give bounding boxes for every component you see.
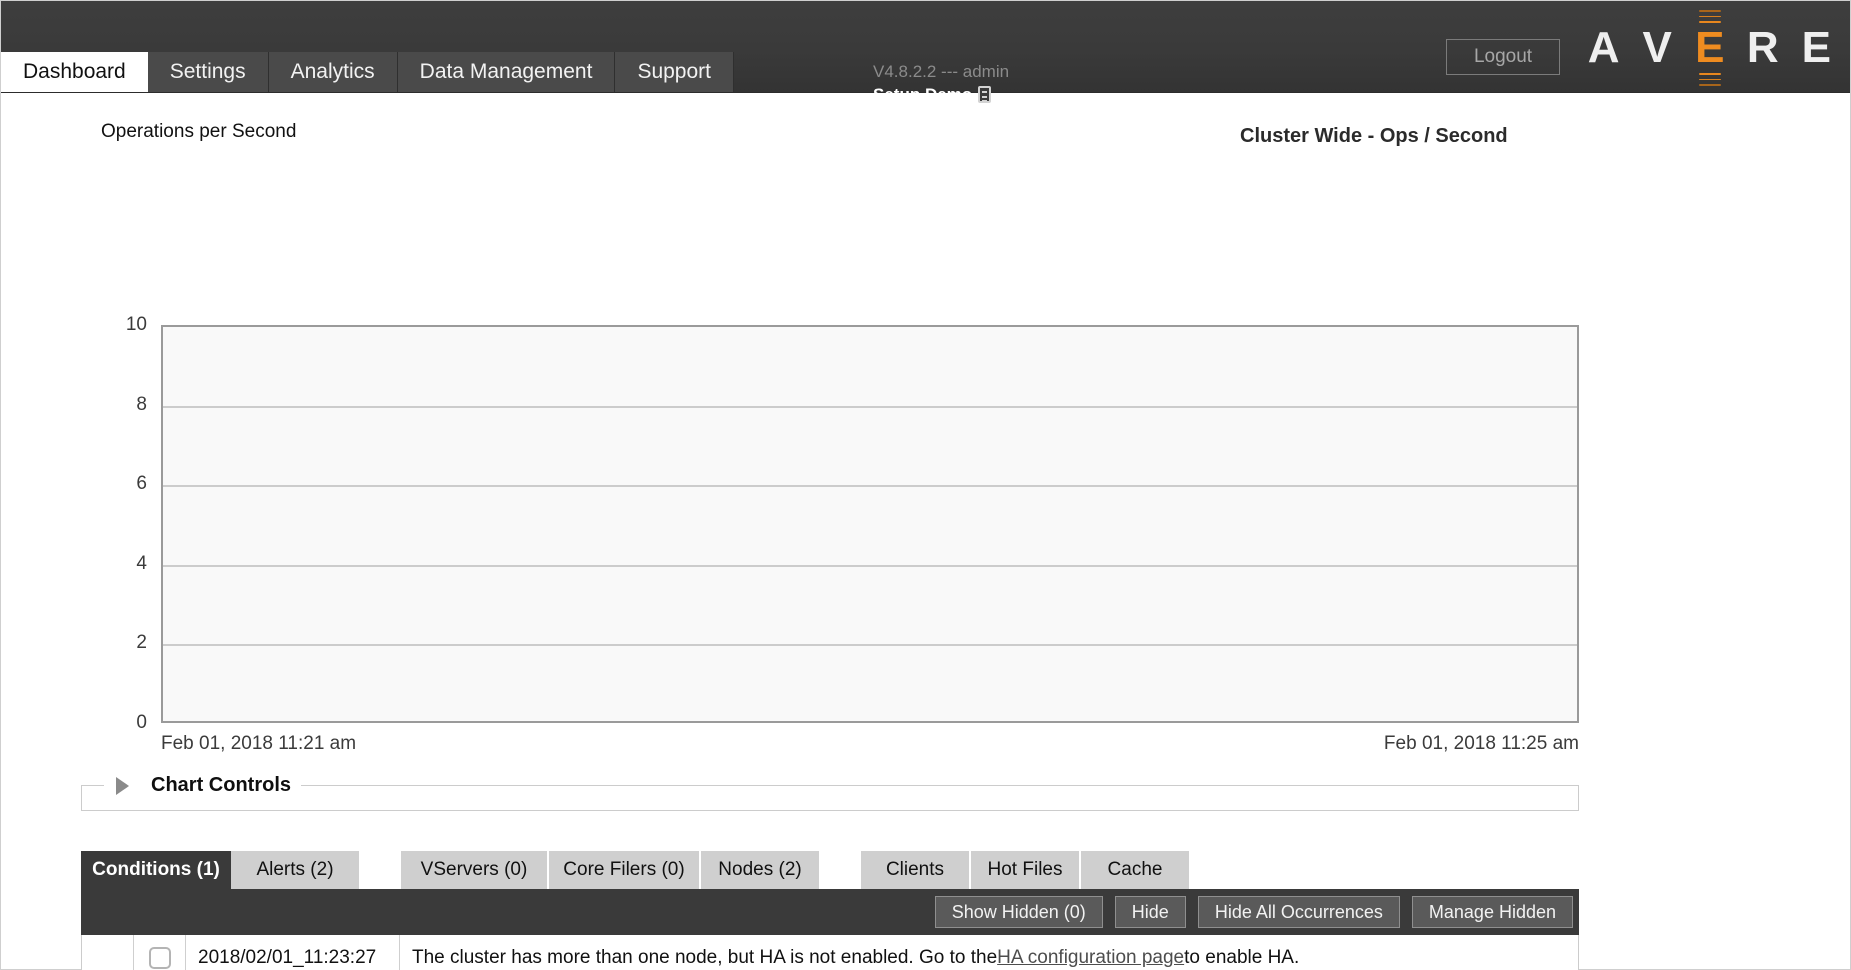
panel-tab-clients[interactable]: Clients [861,851,971,889]
row-spacer-cell [82,935,134,970]
chart-controls-rule-right [301,785,1578,786]
chart-gridline [163,644,1577,646]
panel-tab-alerts-2[interactable]: Alerts (2) [231,851,361,889]
row-checkbox-cell [134,935,186,970]
status-panel-toolbar: Show Hidden (0) Hide Hide All Occurrence… [81,889,1579,935]
chart-header: Operations per Second Cluster Wide - Ops… [1,93,1850,155]
logo-bar-bottom-2 [1699,84,1721,86]
y-tick-label: 0 [136,712,147,734]
table-row[interactable]: 2018/02/01_11:23:27 The cluster has more … [82,935,1578,970]
logo-letter-v: V [1643,26,1673,70]
status-panel-tabs: Conditions (1)Alerts (2) VServers (0)Core… [81,851,1579,889]
row-checkbox[interactable] [149,947,171,969]
row-message-suffix: to enable HA. [1184,947,1299,969]
panel-tab-conditions-1[interactable]: Conditions (1) [81,851,231,889]
chart-x-axis: Feb 01, 2018 11:21 am Feb 01, 2018 11:25… [161,733,1579,755]
y-tick-label: 4 [136,553,147,575]
logo-letter-e-accent: E [1695,8,1725,88]
chart-controls-rule-left [82,785,104,786]
x-axis-start-label: Feb 01, 2018 11:21 am [161,733,356,755]
nav-tab-dashboard[interactable]: Dashboard [1,52,148,92]
logo-letter-e: E [1802,26,1832,70]
row-message: The cluster has more than one node, but … [400,935,1578,970]
nav-tab-analytics[interactable]: Analytics [269,52,398,92]
version-text: V4.8.2.2 --- admin [873,61,1009,82]
status-panel: Conditions (1)Alerts (2) VServers (0)Core… [81,851,1579,970]
logo-letter-a: A [1588,26,1621,70]
nav-tab-settings[interactable]: Settings [148,52,269,92]
chart-plot-area[interactable] [161,325,1579,723]
manage-hidden-button[interactable]: Manage Hidden [1412,896,1573,928]
chart-controls-section: Chart Controls [81,785,1579,811]
logo-letter-r: R [1747,26,1780,70]
chart-y-axis: 1086420 [97,325,147,723]
logout-button[interactable]: Logout [1446,39,1560,75]
chevron-right-icon[interactable] [116,777,129,795]
y-tick-label: 2 [136,632,147,654]
avere-logo: A V E R E [1588,9,1832,87]
chart-title: Cluster Wide - Ops / Second [1240,125,1508,148]
y-tick-label: 6 [136,473,147,495]
hide-button[interactable]: Hide [1115,896,1186,928]
chart-gridline [163,406,1577,408]
logo-bar-top-2 [1699,10,1721,12]
app-header: Logout A V E R E V4.8.2.2 --- admin Setu… [1,1,1850,93]
main-navigation: DashboardSettingsAnalyticsData Managemen… [1,52,734,92]
row-timestamp: 2018/02/01_11:23:27 [186,935,400,970]
hide-all-occurrences-button[interactable]: Hide All Occurrences [1198,896,1400,928]
x-axis-end-label: Feb 01, 2018 11:25 am [1384,733,1579,755]
nav-tab-data-management[interactable]: Data Management [398,52,616,92]
conditions-table: 2018/02/01_11:23:27 The cluster has more … [81,935,1579,970]
nav-tab-support[interactable]: Support [615,52,734,92]
show-hidden-button[interactable]: Show Hidden (0) [935,896,1103,928]
logo-bar-bottom-0 [1699,73,1721,75]
chart-gridline [163,565,1577,567]
chart-gridline [163,485,1577,487]
y-tick-label: 8 [136,394,147,416]
row-message-prefix: The cluster has more than one node, but … [412,947,997,969]
panel-tab-vservers-0[interactable]: VServers (0) [401,851,549,889]
chart-axis-title: Operations per Second [101,121,296,143]
chart-controls-header: Chart Controls [82,774,1578,797]
ha-configuration-page-link[interactable]: HA configuration page [997,947,1184,969]
main-content: Operations per Second Cluster Wide - Ops… [1,93,1850,155]
panel-tab-hot-files[interactable]: Hot Files [971,851,1081,889]
panel-tab-cache[interactable]: Cache [1081,851,1191,889]
y-tick-label: 10 [126,314,147,336]
logo-e-glyph: E [1695,26,1724,70]
panel-tab-nodes-2[interactable]: Nodes (2) [701,851,821,889]
app-window: Logout A V E R E V4.8.2.2 --- admin Setu… [0,0,1851,970]
logo-bar-top-1 [1699,16,1721,18]
chart-plot-wrapper [161,325,1579,723]
chart-controls-label[interactable]: Chart Controls [141,774,301,797]
panel-tab-core-filers-0[interactable]: Core Filers (0) [549,851,701,889]
logo-bar-bottom-1 [1699,79,1721,81]
